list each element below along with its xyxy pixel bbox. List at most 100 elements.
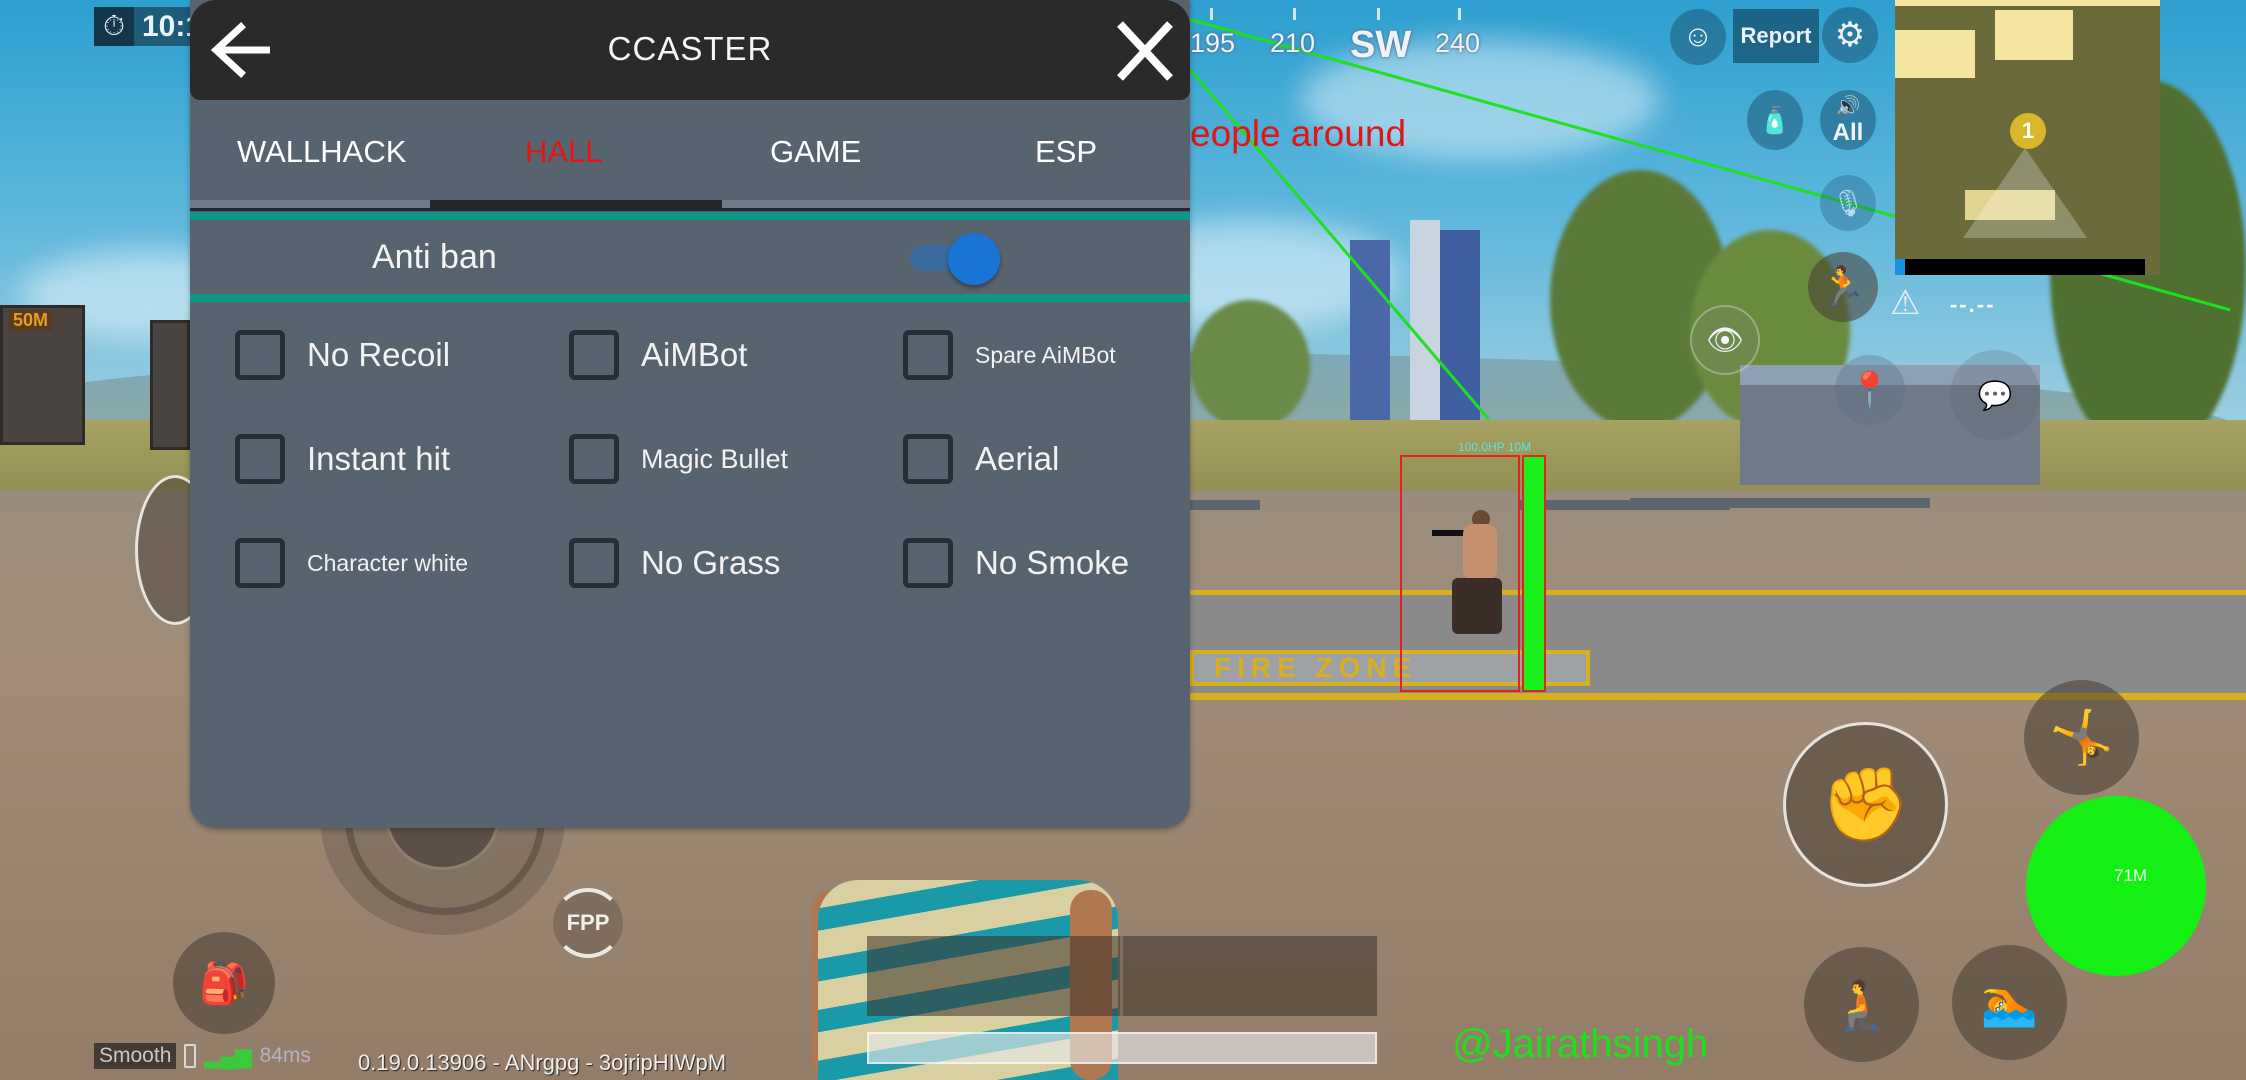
- checkbox[interactable]: [903, 434, 953, 484]
- eye-icon: 👁: [1705, 323, 1745, 357]
- checkbox[interactable]: [569, 538, 619, 588]
- option-label: Instant hit: [307, 440, 451, 477]
- status-bar: Smooth ▂▄▆ 84ms: [94, 1043, 311, 1069]
- microphone-muted-icon: 🎙: [1831, 187, 1865, 218]
- tab-esp[interactable]: ESP: [1035, 134, 1097, 170]
- checkbox[interactable]: [235, 434, 285, 484]
- signal-icon: ▂▄▆: [204, 1044, 252, 1068]
- target-board: 50M: [0, 305, 85, 445]
- sprint-button[interactable]: 🏃: [1808, 252, 1878, 322]
- match-timer: ⏱ 10:1: [94, 7, 199, 46]
- menu-tabs: WALLHACK HALL GAME ESP: [190, 100, 1190, 210]
- option-aerial[interactable]: Aerial: [903, 432, 1059, 486]
- menu-title: CCASTER: [607, 30, 773, 67]
- anti-ban-toggle[interactable]: [910, 233, 1000, 285]
- tab-game[interactable]: GAME: [770, 134, 861, 170]
- minimap[interactable]: 1: [1895, 0, 2160, 275]
- accent-divider: [190, 212, 1190, 220]
- mod-menu-panel: CCASTER WALLHACK HALL GAME ESP Anti ban …: [190, 0, 1190, 828]
- status-dashes: --.--: [1950, 292, 1996, 317]
- mic-button[interactable]: 🎙: [1820, 175, 1876, 231]
- voice-channel-label: All: [1832, 118, 1864, 146]
- divider: [190, 208, 1190, 211]
- option-label: Character white: [307, 549, 469, 576]
- anti-ban-row: Anti ban: [190, 220, 1190, 294]
- graphics-quality: Smooth: [94, 1043, 177, 1069]
- checkbox[interactable]: [569, 434, 619, 484]
- option-spare-aimbot[interactable]: Spare AiMBot: [903, 328, 1116, 382]
- spray-button[interactable]: 🧴: [1747, 90, 1803, 150]
- emote-button[interactable]: ☺: [1670, 9, 1726, 65]
- checkbox[interactable]: [903, 330, 953, 380]
- tab-hall[interactable]: HALL: [525, 134, 603, 170]
- stopwatch-icon: ⏱: [94, 7, 134, 46]
- weapon-slots[interactable]: [867, 936, 1377, 1016]
- fpp-toggle-button[interactable]: FPP: [553, 888, 623, 958]
- marker-button[interactable]: 📍: [1835, 355, 1905, 425]
- esp-warning-text: eople around: [1190, 113, 1407, 154]
- tab-wallhack[interactable]: WALLHACK: [237, 134, 406, 170]
- tower: [1440, 230, 1480, 420]
- speaker-icon: 🔊: [1835, 95, 1861, 118]
- option-no-recoil[interactable]: No Recoil: [235, 328, 450, 382]
- emote-icon: ☺: [1682, 20, 1714, 53]
- backpack-icon: 🎒: [199, 961, 249, 1006]
- tower: [1410, 220, 1440, 420]
- voice-channel-button[interactable]: 🔊 All: [1820, 90, 1876, 150]
- compass-tick: 195: [1190, 28, 1236, 58]
- option-label: No Grass: [641, 544, 781, 581]
- prone-icon: 🏊: [1980, 976, 2039, 1028]
- compass-tick: 240: [1435, 28, 1481, 58]
- player-health-bar: [867, 1032, 1377, 1064]
- warning-icon: ⚠: [1890, 284, 1921, 322]
- punch-button[interactable]: ✊: [1783, 722, 1948, 887]
- quick-chat-button[interactable]: 💬: [1950, 350, 2040, 440]
- option-character-white[interactable]: Character white: [235, 536, 468, 590]
- checkbox[interactable]: [569, 330, 619, 380]
- close-button[interactable]: [1112, 18, 1178, 84]
- bench: [1630, 498, 1930, 508]
- option-label: Spare AiMBot: [975, 341, 1116, 368]
- gear-icon: ⚙: [1834, 16, 1866, 54]
- backpack-button[interactable]: 🎒: [173, 932, 275, 1034]
- compass-heading: SW: [1350, 24, 1412, 66]
- target-board: [150, 320, 190, 450]
- compass-tick: 210: [1270, 28, 1316, 58]
- minimap-bar: [1895, 259, 2145, 275]
- checkbox[interactable]: [235, 538, 285, 588]
- esp-enemy-box: [1400, 455, 1520, 692]
- option-label: Aerial: [975, 440, 1060, 477]
- ping-value: 84ms: [259, 1044, 311, 1067]
- peek-button[interactable]: 👁: [1690, 305, 1760, 375]
- option-label: No Recoil: [307, 336, 451, 373]
- anti-ban-label: Anti ban: [372, 238, 497, 276]
- option-no-smoke[interactable]: No Smoke: [903, 536, 1129, 590]
- prone-button[interactable]: 🏊: [1952, 945, 2067, 1060]
- option-no-grass[interactable]: No Grass: [569, 536, 780, 590]
- checkbox[interactable]: [903, 538, 953, 588]
- option-label: AiMBot: [641, 336, 748, 373]
- report-button[interactable]: Report: [1733, 9, 1819, 63]
- fist-icon: ✊: [1820, 765, 1911, 845]
- battery-icon: [184, 1044, 197, 1068]
- teammate-marker: 1: [2010, 113, 2046, 149]
- toggle-thumb: [948, 233, 1000, 285]
- compass: 195 210 SW 240: [1190, 8, 1520, 66]
- option-instant-hit[interactable]: Instant hit: [235, 432, 450, 486]
- checkbox[interactable]: [235, 330, 285, 380]
- view-cone: [1963, 148, 2087, 238]
- option-aimbot[interactable]: AiMBot: [569, 328, 747, 382]
- crouch-icon: 🧎: [1831, 979, 1892, 1032]
- menu-title-bar: CCASTER: [190, 0, 1190, 100]
- esp-health-bar: [1522, 455, 1546, 692]
- crouch-button[interactable]: 🧎: [1804, 947, 1919, 1062]
- watermark: @Jairathsingh: [1452, 1022, 1709, 1066]
- jump-icon: 🤸: [2049, 709, 2114, 767]
- bench: [1190, 500, 1260, 510]
- option-label: Magic Bullet: [641, 443, 789, 474]
- build-version: 0.19.0.13906 - ANrgpg - 3ojripHIWpM: [358, 1050, 727, 1075]
- settings-button[interactable]: ⚙: [1822, 7, 1878, 63]
- tree: [1190, 300, 1310, 430]
- option-magic-bullet[interactable]: Magic Bullet: [569, 432, 788, 486]
- jump-button[interactable]: 🤸: [2024, 680, 2139, 795]
